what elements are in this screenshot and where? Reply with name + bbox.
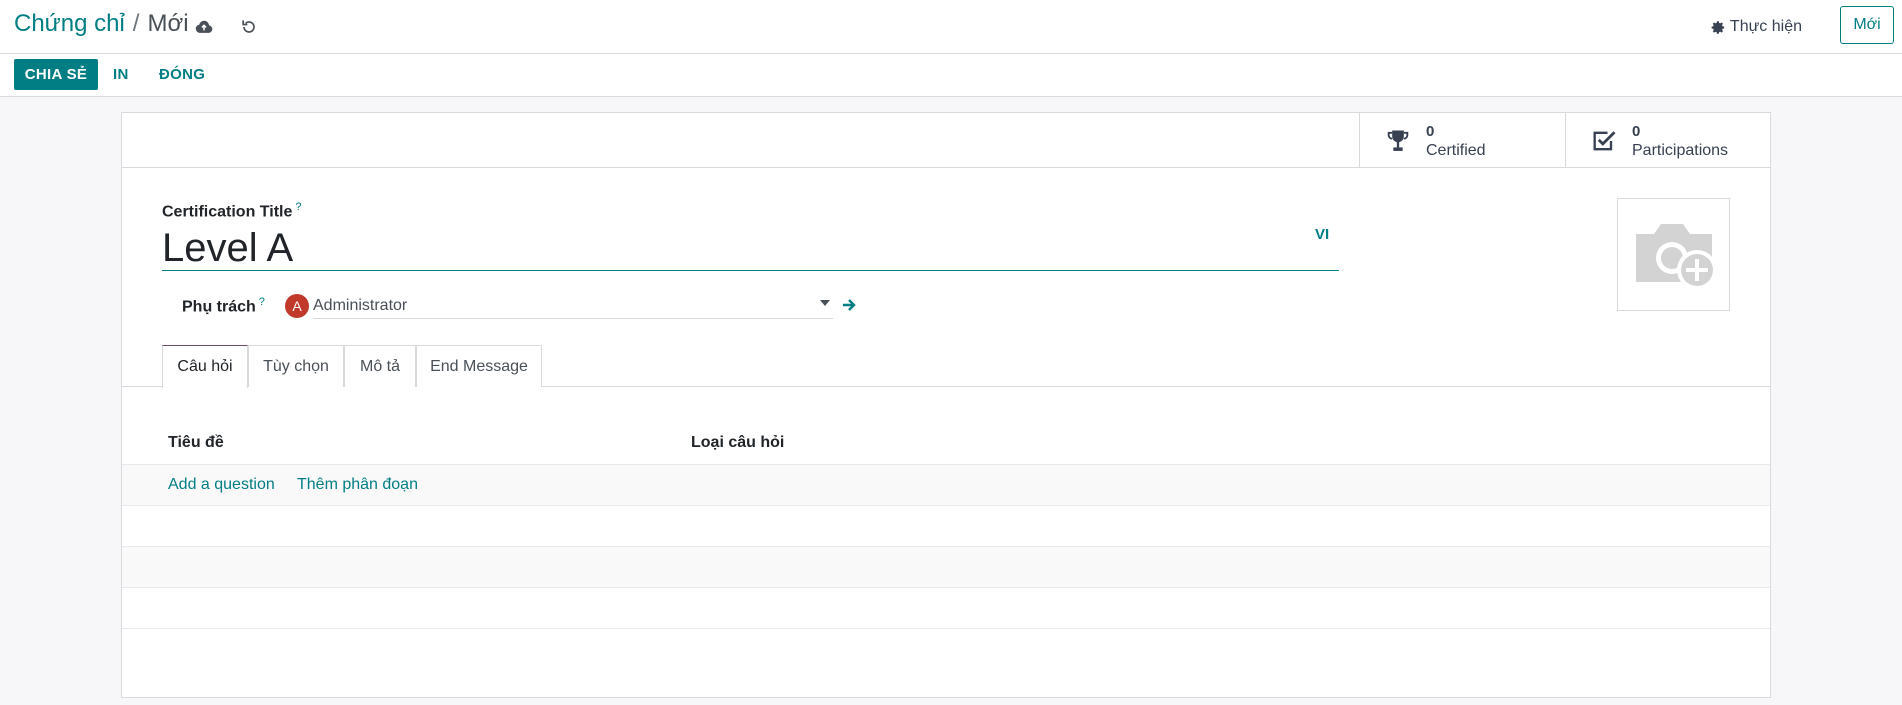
certification-title-input[interactable] bbox=[162, 226, 1339, 271]
table-row bbox=[122, 588, 1770, 629]
responsible-label: Phụ trách? bbox=[182, 296, 265, 316]
add-section-link[interactable]: Thêm phân đoạn bbox=[297, 476, 418, 494]
smart-button-box: 0 Certified 0 Participations bbox=[122, 113, 1770, 168]
participations-stat-button[interactable]: 0 Participations bbox=[1565, 113, 1770, 168]
avatar: A bbox=[285, 294, 309, 318]
participations-count: 0 bbox=[1632, 122, 1641, 140]
trophy-icon bbox=[1387, 130, 1409, 151]
share-button[interactable]: CHIA SẺ bbox=[14, 59, 98, 90]
control-panel: Chứng chỉ / Mới Thực hiện Mới bbox=[0, 0, 1902, 54]
gear-icon bbox=[1711, 20, 1725, 34]
breadcrumb-separator: / bbox=[132, 10, 140, 37]
breadcrumb-parent-link[interactable]: Chứng chỉ bbox=[14, 10, 125, 38]
language-button[interactable]: VI bbox=[1315, 226, 1329, 243]
tab-options[interactable]: Tùy chọn bbox=[248, 345, 344, 387]
tab-end-message[interactable]: End Message bbox=[416, 345, 542, 387]
responsible-input[interactable] bbox=[313, 293, 833, 319]
certification-title-label: Certification Title? bbox=[162, 201, 302, 221]
certification-title-label-text: Certification Title bbox=[162, 203, 293, 221]
save-cloud-icon[interactable] bbox=[192, 15, 216, 39]
tab-description[interactable]: Mô tả bbox=[344, 345, 416, 387]
help-tooltip-icon[interactable]: ? bbox=[295, 201, 301, 213]
new-record-button[interactable]: Mới bbox=[1840, 6, 1894, 44]
certified-stat-button[interactable]: 0 Certified bbox=[1359, 113, 1565, 168]
column-question-type[interactable]: Loại câu hỏi bbox=[691, 434, 784, 452]
notebook-tabs: Câu hỏi Tùy chọn Mô tả End Message bbox=[122, 345, 1770, 388]
help-tooltip-icon[interactable]: ? bbox=[259, 296, 265, 308]
list-header: Tiêu đề Loại câu hỏi bbox=[122, 425, 1770, 465]
close-button[interactable]: ĐÓNG bbox=[159, 59, 205, 90]
chevron-down-icon[interactable] bbox=[820, 300, 830, 306]
responsible-label-text: Phụ trách bbox=[182, 298, 256, 316]
tab-questions[interactable]: Câu hỏi bbox=[162, 345, 248, 388]
column-title[interactable]: Tiêu đề bbox=[168, 434, 224, 452]
checkbox-checked-icon bbox=[1593, 130, 1616, 150]
actions-label: Thực hiện bbox=[1729, 18, 1802, 35]
image-upload[interactable] bbox=[1617, 198, 1730, 311]
discard-undo-icon[interactable] bbox=[237, 15, 261, 39]
breadcrumb: Chứng chỉ / Mới bbox=[14, 10, 189, 38]
certified-label: Certified bbox=[1426, 141, 1486, 159]
add-line-row: Add a question Thêm phân đoạn bbox=[122, 465, 1770, 506]
actions-button[interactable]: Thực hiện bbox=[1703, 14, 1810, 40]
participations-label: Participations bbox=[1632, 141, 1729, 159]
camera-add-icon bbox=[1635, 223, 1717, 290]
add-question-link[interactable]: Add a question bbox=[168, 476, 275, 494]
table-row bbox=[122, 506, 1770, 547]
print-button[interactable]: IN bbox=[113, 59, 129, 90]
arrow-right-icon[interactable] bbox=[841, 295, 857, 315]
certified-count: 0 bbox=[1426, 122, 1435, 140]
form-sheet: 0 Certified 0 Participations Certificati… bbox=[121, 112, 1771, 698]
table-row bbox=[122, 547, 1770, 588]
status-bar: CHIA SẺ IN ĐÓNG bbox=[0, 54, 1902, 97]
breadcrumb-current: Mới bbox=[147, 10, 189, 37]
